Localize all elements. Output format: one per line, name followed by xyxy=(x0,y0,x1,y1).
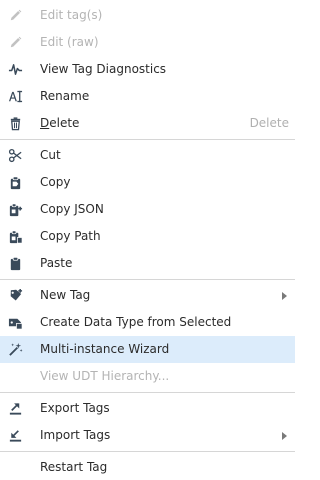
menu-separator xyxy=(0,139,295,140)
menu-item-copy[interactable]: Copy xyxy=(0,169,295,196)
menu-item-edit-raw: Edit (raw) xyxy=(0,29,295,56)
menu-item-export-tags[interactable]: Export Tags xyxy=(0,395,295,422)
diagnostics-icon xyxy=(8,62,23,77)
menu-item-label: Copy xyxy=(40,175,71,189)
wizard-icon xyxy=(8,342,23,357)
menu-item-paste[interactable]: Paste xyxy=(0,250,295,277)
menu-item-multi-instance-wizard[interactable]: Multi-instance Wizard xyxy=(0,336,295,363)
menu-item-label: Copy JSON xyxy=(40,202,104,216)
menu-item-copy-json[interactable]: Copy JSON xyxy=(0,196,295,223)
trash-icon xyxy=(8,116,23,131)
shortcut-label: Delete xyxy=(249,116,289,130)
menu-item-label: New Tag xyxy=(40,288,91,302)
menu-item-label: Edit (raw) xyxy=(40,35,99,49)
tag-context-menu: Edit tag(s) Edit (raw) View Tag Diagnost… xyxy=(0,0,295,480)
menu-item-import-tags[interactable]: Import Tags xyxy=(0,422,295,449)
rename-icon xyxy=(8,89,23,104)
menu-item-copy-path[interactable]: Copy Path xyxy=(0,223,295,250)
pencil-icon xyxy=(8,8,23,23)
menu-item-label: View Tag Diagnostics xyxy=(40,62,167,76)
export-icon xyxy=(8,401,23,416)
menu-item-view-udt-hierarchy: View UDT Hierarchy... xyxy=(0,363,295,390)
copy-tag-icon xyxy=(8,175,23,190)
menu-item-restart-tag[interactable]: Restart Tag xyxy=(0,454,295,480)
submenu-arrow-icon xyxy=(282,292,287,300)
menu-separator xyxy=(0,279,295,280)
menu-separator xyxy=(0,392,295,393)
menu-item-create-data-type[interactable]: Create Data Type from Selected xyxy=(0,309,295,336)
menu-item-label: Copy Path xyxy=(40,229,101,243)
menu-item-delete[interactable]: Delete Delete xyxy=(0,110,295,137)
menu-item-label: Import Tags xyxy=(40,428,111,442)
scissors-icon xyxy=(8,148,23,163)
menu-item-label: Rename xyxy=(40,89,90,103)
menu-item-label: Create Data Type from Selected xyxy=(40,315,232,329)
menu-item-label: Multi-instance Wizard xyxy=(40,342,170,356)
menu-item-edit-tags: Edit tag(s) xyxy=(0,2,295,29)
menu-item-label: View UDT Hierarchy... xyxy=(40,369,170,383)
create-data-type-icon xyxy=(8,315,23,330)
copy-path-icon xyxy=(8,229,23,244)
menu-item-label: Export Tags xyxy=(40,401,110,415)
menu-item-label: Edit tag(s) xyxy=(40,8,103,22)
menu-item-label: Paste xyxy=(40,256,73,270)
copy-json-icon xyxy=(8,202,23,217)
menu-separator xyxy=(0,451,295,452)
menu-item-label: Cut xyxy=(40,148,61,162)
menu-item-cut[interactable]: Cut xyxy=(0,142,295,169)
menu-item-label: Delete xyxy=(40,116,80,130)
pencil-icon xyxy=(8,35,23,50)
menu-item-rename[interactable]: Rename xyxy=(0,83,295,110)
menu-item-view-tag-diagnostics[interactable]: View Tag Diagnostics xyxy=(0,56,295,83)
menu-item-new-tag[interactable]: New Tag xyxy=(0,282,295,309)
import-icon xyxy=(8,428,23,443)
clipboard-icon xyxy=(8,256,23,271)
new-tag-icon xyxy=(8,288,23,303)
submenu-arrow-icon xyxy=(282,432,287,440)
menu-item-label: Restart Tag xyxy=(40,460,108,474)
